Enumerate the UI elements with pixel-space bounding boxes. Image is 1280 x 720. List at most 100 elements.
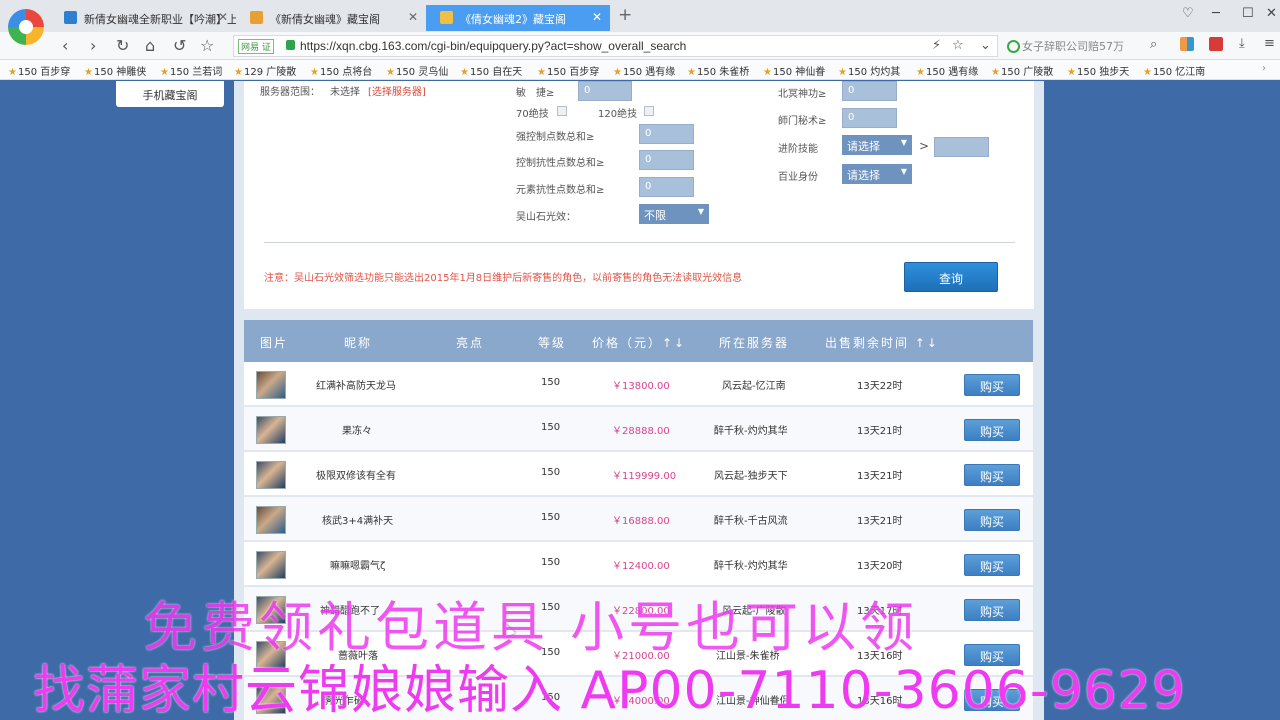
table-row[interactable]: 果冻々 150 ￥28888.00 醉千秋-灼灼其华 13天21时 购买 (244, 407, 1033, 451)
skill70-checkbox[interactable] (557, 106, 567, 116)
lock-icon (286, 40, 295, 50)
close-window-icon[interactable]: ✕ (1266, 6, 1277, 21)
tab-title: 《新倩女幽魂》藏宝阁 (270, 13, 380, 26)
query-button[interactable]: 查询 (904, 262, 998, 292)
download-icon[interactable]: ⤓ (1239, 36, 1245, 51)
bookmark-item[interactable]: ★150 灵鸟仙 (386, 63, 448, 78)
row-nickname[interactable]: 核武3+4满补天 (322, 512, 393, 527)
refresh-icon[interactable]: ↻ (116, 36, 129, 55)
bookmarks-more-icon[interactable]: › (1262, 63, 1266, 74)
tab-title: 《倩女幽魂2》藏宝阁 (460, 13, 566, 26)
col-time-sort[interactable]: 出售剩余时间 ↑↓ (825, 334, 939, 351)
dropdown-chevron-icon[interactable]: ⌄ (980, 38, 991, 53)
table-row[interactable]: 红满补高防天龙马 150 ￥13800.00 风云起-忆江南 13天22时 购买 (244, 362, 1033, 406)
bookmark-star-icon[interactable]: ☆ (952, 38, 964, 53)
bookmark-item[interactable]: ★150 遇有缘 (613, 63, 675, 78)
table-row[interactable]: 核武3+4满补天 150 ￥16888.00 醉千秋-千古风流 13天21时 购… (244, 497, 1033, 541)
maximize-icon[interactable]: ☐ (1242, 6, 1254, 21)
tab-close-icon[interactable]: ✕ (592, 10, 602, 24)
url-field[interactable]: 网易 证 https://xqn.cbg.163.com/cgi-bin/equ… (233, 35, 998, 57)
apps-icon[interactable] (1180, 37, 1194, 51)
row-nickname[interactable]: 极限双修该有全有 (316, 467, 396, 482)
bookmark-star-icon: ★ (84, 67, 93, 78)
row-server: 醉千秋-灼灼其华 (714, 426, 788, 437)
element-resist-input[interactable]: 0 (639, 177, 694, 197)
character-avatar[interactable] (256, 461, 286, 489)
buy-button[interactable]: 购买 (964, 554, 1020, 576)
buy-button[interactable]: 购买 (964, 374, 1020, 396)
buy-button[interactable]: 购买 (964, 464, 1020, 486)
profession-select-value: 请选择 (847, 169, 880, 182)
wushan-select[interactable]: 不限 ▼ (639, 204, 709, 224)
bookmark-item[interactable]: ★150 神仙眷 (763, 63, 825, 78)
bookmark-star-icon: ★ (537, 67, 546, 78)
tab-1[interactable]: 新倩女幽魂全新职业【吟潮】上线 ✕ (50, 5, 236, 31)
new-tab-icon[interactable]: + (618, 5, 632, 25)
table-row[interactable]: 极限双修该有全有 150 ￥119999.00 风云起-独步天下 13天21时 … (244, 452, 1033, 496)
search-suggestion[interactable]: 女子辞职公司赔57万 (1004, 35, 1170, 57)
lightning-icon[interactable]: ⚡ (932, 38, 941, 53)
profession-select[interactable]: 请选择 ▼ (842, 164, 912, 184)
school-secret-input[interactable]: 0 (842, 108, 897, 128)
row-nickname[interactable]: 果冻々 (342, 422, 372, 437)
select-server-link[interactable]: [选择服务器] (368, 83, 426, 98)
minimize-icon[interactable]: ─ (1212, 6, 1220, 21)
bookmark-item[interactable]: ★150 朱雀桥 (687, 63, 749, 78)
search-icon[interactable]: ⌕ (1150, 37, 1157, 52)
forward-icon[interactable]: › (90, 36, 96, 55)
dropdown-arrow-icon: ▼ (900, 138, 907, 147)
bookmark-item[interactable]: ★150 广陵散 (991, 63, 1053, 78)
skill120-checkbox[interactable] (644, 106, 654, 116)
tab-close-icon[interactable]: ✕ (218, 10, 228, 24)
profession-label: 百业身份 (778, 172, 818, 183)
bookmark-item[interactable]: ★150 自在天 (460, 63, 522, 78)
buy-button[interactable]: 购买 (964, 419, 1020, 441)
character-avatar[interactable] (256, 416, 286, 444)
strong-control-input[interactable]: 0 (639, 124, 694, 144)
buy-button[interactable]: 购买 (964, 509, 1020, 531)
tab-close-icon[interactable]: ✕ (408, 10, 418, 24)
bookmark-item[interactable]: ★150 独步天 (1067, 63, 1129, 78)
bookmark-item[interactable]: ★150 点将台 (310, 63, 372, 78)
mobile-cbg-link[interactable]: 手机藏宝阁 (116, 81, 224, 107)
home-icon[interactable]: ⌂ (145, 36, 155, 55)
bookmark-item[interactable]: ★129 广陵散 (234, 63, 296, 78)
bookmark-item[interactable]: ★150 神雕侠 (84, 63, 146, 78)
character-avatar[interactable] (256, 551, 286, 579)
bookmark-star-icon: ★ (1067, 67, 1076, 78)
col-price-sort[interactable]: 价格（元）↑↓ (592, 334, 686, 351)
back-icon[interactable]: ‹ (62, 36, 68, 55)
row-level: 150 (541, 467, 561, 478)
bookmark-item[interactable]: ★150 忆江南 (1143, 63, 1205, 78)
buy-button[interactable]: 购买 (964, 599, 1020, 621)
row-nickname[interactable]: 嘛嘛嗯霸气ζ (330, 557, 385, 572)
bookmark-item[interactable]: ★150 遇有缘 (916, 63, 978, 78)
bookmark-item[interactable]: ★150 灼灼其 (838, 63, 900, 78)
bookmark-star-icon: ★ (613, 67, 622, 78)
control-resist-input[interactable]: 0 (639, 150, 694, 170)
bookmark-item[interactable]: ★150 兰若词 (160, 63, 222, 78)
col-level: 等级 (538, 336, 567, 350)
favorite-star-icon[interactable]: ☆ (200, 36, 214, 55)
character-avatar[interactable] (256, 371, 286, 399)
table-row[interactable]: 嘛嘛嗯霸气ζ 150 ￥12400.00 醉千秋-灼灼其华 13天20时 购买 (244, 542, 1033, 586)
row-level: 150 (541, 377, 561, 388)
character-avatar[interactable] (256, 506, 286, 534)
address-toolbar: ‹ › ↻ ⌂ ↺ ☆ 网易 证 https://xqn.cbg.163.com… (0, 32, 1280, 60)
tab-3-active[interactable]: 《倩女幽魂2》藏宝阁 ✕ (426, 5, 610, 31)
row-nickname[interactable]: 红满补高防天龙马 (316, 377, 396, 392)
bookmark-item[interactable]: ★150 百步穿 (537, 63, 599, 78)
undo-icon[interactable]: ↺ (173, 36, 186, 55)
menu-icon[interactable]: ≡ (1264, 36, 1275, 51)
server-range-label: 服务器范围： (260, 87, 320, 98)
beiming-input[interactable]: 0 (842, 81, 897, 101)
bookmark-item[interactable]: ★150 百步穿 (8, 63, 70, 78)
advanced-skill-select[interactable]: 请选择 ▼ (842, 135, 912, 155)
agility-input[interactable]: 0 (578, 81, 632, 101)
browser-logo-icon[interactable] (8, 9, 44, 45)
advanced-skill-input[interactable] (934, 137, 989, 157)
skin-icon[interactable]: ♡ (1182, 6, 1194, 21)
game-icon[interactable] (1209, 37, 1223, 51)
url-text[interactable]: https://xqn.cbg.163.com/cgi-bin/equipque… (300, 39, 686, 53)
tab-2[interactable]: 《新倩女幽魂》藏宝阁 ✕ (236, 5, 426, 31)
